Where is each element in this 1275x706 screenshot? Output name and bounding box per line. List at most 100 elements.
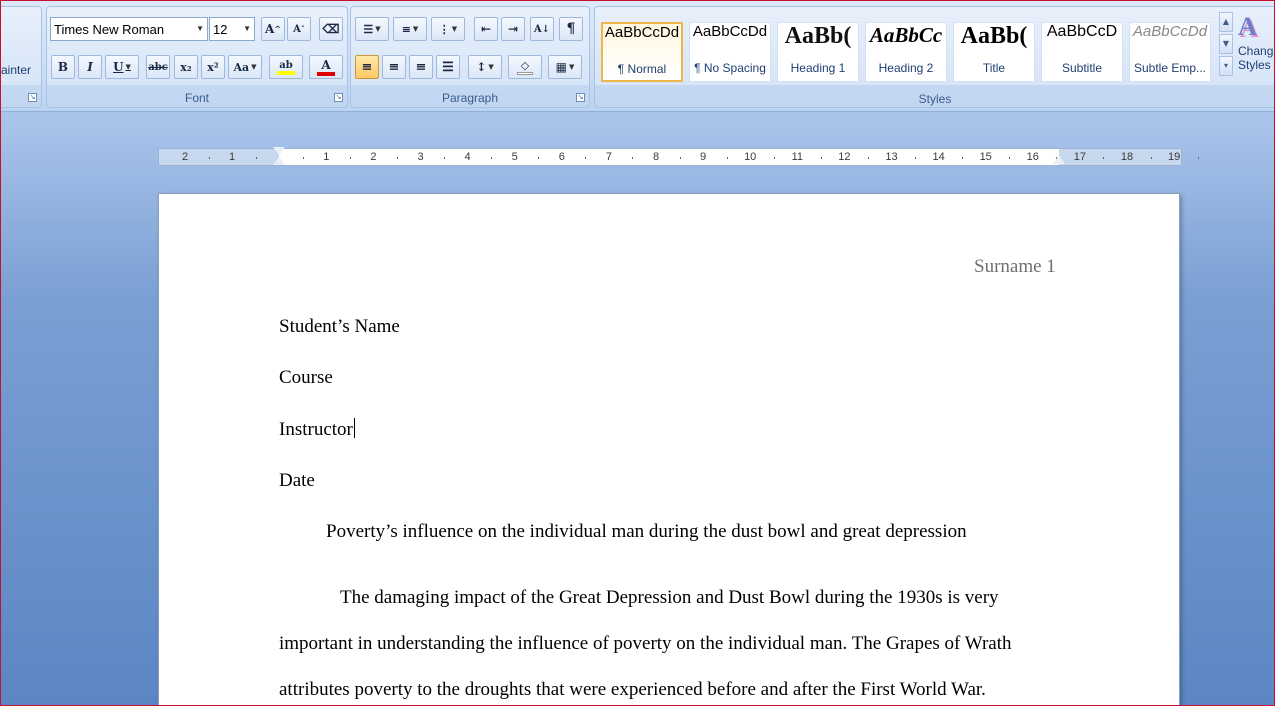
align-center-button[interactable]: ≡ <box>382 55 406 79</box>
clear-formatting-button[interactable]: ⌫ <box>319 17 343 41</box>
paragraph-dialog-launcher-icon[interactable]: ↘ <box>576 93 585 102</box>
style-name: Subtitle <box>1061 61 1103 75</box>
highlight-color-button[interactable]: ab <box>269 55 303 79</box>
instructor-line[interactable]: Instructor <box>279 418 355 441</box>
bullets-button[interactable]: ☰ ▼ <box>355 17 389 41</box>
style-normal[interactable]: AaBbCcDd ¶ Normal <box>601 22 683 82</box>
style-preview: AaBbCcD <box>1046 23 1118 40</box>
document-title[interactable]: Poverty’s influence on the individual ma… <box>326 521 967 543</box>
italic-icon: I <box>87 60 93 74</box>
ruler-tick <box>396 157 398 159</box>
line-spacing-button[interactable]: ↕ ▼ <box>468 55 502 79</box>
align-right-button[interactable]: ≡ <box>409 55 433 79</box>
chevron-down-icon: ▼ <box>196 24 204 33</box>
style-preview: AaBb( <box>784 23 852 49</box>
superscript-button[interactable]: x² <box>201 55 225 79</box>
body-line[interactable]: important in understanding the influence… <box>279 633 1011 655</box>
subscript-button[interactable]: x₂ <box>174 55 198 79</box>
align-left-button[interactable]: ≡ <box>355 55 379 79</box>
underline-button[interactable]: U ▼ <box>105 55 139 79</box>
body-line[interactable]: The damaging impact of the Great Depress… <box>340 587 999 609</box>
strikethrough-button[interactable]: abc <box>146 55 170 79</box>
ruler-tick-label: 3 <box>417 151 424 163</box>
show-formatting-marks-button[interactable]: ¶ <box>559 17 583 41</box>
font-dialog-launcher-icon[interactable]: ↘ <box>334 93 343 102</box>
italic-button[interactable]: I <box>78 55 102 79</box>
style-heading-2[interactable]: AaBbCc Heading 2 <box>865 22 947 82</box>
eraser-icon: ⌫ <box>322 22 340 36</box>
ruler-tick <box>915 157 917 159</box>
style-preview: AaBbCc <box>869 23 943 47</box>
styles-scroll-up-button[interactable]: ▲ <box>1219 12 1233 32</box>
font-color-button[interactable]: A <box>309 55 343 79</box>
underline-icon: U <box>113 60 124 74</box>
style-heading-1[interactable]: AaBb( Heading 1 <box>777 22 859 82</box>
style-subtitle[interactable]: AaBbCcD Subtitle <box>1041 22 1123 82</box>
header-surname: Surname 1 <box>974 256 1056 277</box>
style-name: Subtle Emp... <box>1133 61 1207 75</box>
numbering-button[interactable]: ≡ ▼ <box>393 17 427 41</box>
ruler-tick <box>962 157 964 159</box>
justify-button[interactable]: ☰ <box>436 55 460 79</box>
ruler-tick-label: 19 <box>1167 151 1181 163</box>
style-title[interactable]: AaBb( Title <box>953 22 1035 82</box>
first-line-indent-marker[interactable] <box>273 147 285 155</box>
change-case-button[interactable]: Aa ▼ <box>228 55 262 79</box>
document-page[interactable]: Surname 1 Student’s Name Course Instruct… <box>158 193 1180 706</box>
course-line[interactable]: Course <box>279 367 333 389</box>
style-name: ¶ No Spacing <box>694 61 766 75</box>
clipboard-dialog-launcher-icon[interactable]: ↘ <box>28 93 37 102</box>
borders-icon: ▦ <box>555 60 567 74</box>
chevron-down-icon: ▼ <box>451 25 458 33</box>
right-indent-marker[interactable] <box>1053 155 1065 164</box>
date-line[interactable]: Date <box>279 470 315 492</box>
shading-button[interactable]: ◇ <box>508 55 542 79</box>
hanging-indent-marker[interactable] <box>273 157 285 165</box>
ruler-tick <box>349 157 351 159</box>
line-spacing-icon: ↕ <box>476 60 487 74</box>
style-preview: AaBbCcDd <box>604 24 680 41</box>
styles-group-label: Styles <box>918 92 952 106</box>
bold-button[interactable]: B <box>51 55 75 79</box>
grow-font-button[interactable]: A ^ <box>261 17 285 41</box>
chevron-down-icon: ▼ <box>488 63 494 71</box>
font-color-swatch <box>317 72 335 76</box>
style-no-spacing[interactable]: AaBbCcDd ¶ No Spacing <box>689 22 771 82</box>
style-subtle-emphasis[interactable]: AaBbCcDd Subtle Emp... <box>1129 22 1211 82</box>
subscript-icon: x₂ <box>180 60 192 74</box>
increase-indent-icon: ⇥ <box>507 22 519 36</box>
styles-scroll-down-button[interactable]: ▼ <box>1219 34 1233 54</box>
ruler-tick <box>1150 157 1152 159</box>
ruler-tick-label: 7 <box>605 151 612 163</box>
sort-button[interactable]: A↓ <box>530 17 554 41</box>
strikethrough-icon: abc <box>148 61 168 73</box>
font-name-select[interactable]: Times New Roman ▼ <box>50 17 208 41</box>
multilevel-list-button[interactable]: ⋮ ▼ <box>431 17 465 41</box>
increase-indent-button[interactable]: ⇥ <box>501 17 525 41</box>
shrink-font-button[interactable]: Aˇ <box>287 17 311 41</box>
decrease-indent-button[interactable]: ⇤ <box>474 17 498 41</box>
horizontal-ruler[interactable]: 2 1 1 2 3 4 5 6 7 8 9 10 11 12 13 14 15 16 17 18 19 <box>158 147 1199 166</box>
format-painter-button[interactable]: ainter <box>1 63 31 77</box>
paint-bucket-icon: ◇ <box>520 59 530 72</box>
change-styles-button[interactable]: A Chang Styles <box>1238 12 1275 90</box>
borders-button[interactable]: ▦ ▼ <box>548 55 582 79</box>
change-styles-icon: A <box>1238 12 1257 41</box>
ruler-tick-label: 9 <box>700 151 707 163</box>
ruler-tick-label: 1 <box>323 151 330 163</box>
styles-more-button[interactable]: ▾ <box>1219 56 1233 76</box>
body-line[interactable]: attributes poverty to the droughts that … <box>279 679 986 701</box>
bullet-list-icon: ☰ <box>363 22 374 36</box>
ruler-tick-label: 12 <box>838 151 851 163</box>
align-right-icon: ≡ <box>415 59 427 75</box>
numbered-list-icon: ≡ <box>401 22 411 36</box>
paragraph-group: ☰ ▼ ≡ ▼ ⋮ ▼ ⇤ ⇥ A↓ ¶ ≡ ≡ ≡ ☰ ↕ ▼ ◇ ▦ ▼ P… <box>350 6 590 108</box>
ruler-tick <box>773 157 775 159</box>
student-name-line[interactable]: Student’s Name <box>279 316 400 338</box>
style-name: Title <box>982 61 1006 75</box>
ruler-tick-label: 15 <box>979 151 992 163</box>
font-size-select[interactable]: 12 ▼ <box>209 17 255 41</box>
chevron-down-icon: ▼ <box>375 25 381 33</box>
chevron-down-icon: ▼ <box>125 63 131 71</box>
style-preview: AaBbCcDd <box>692 23 768 40</box>
